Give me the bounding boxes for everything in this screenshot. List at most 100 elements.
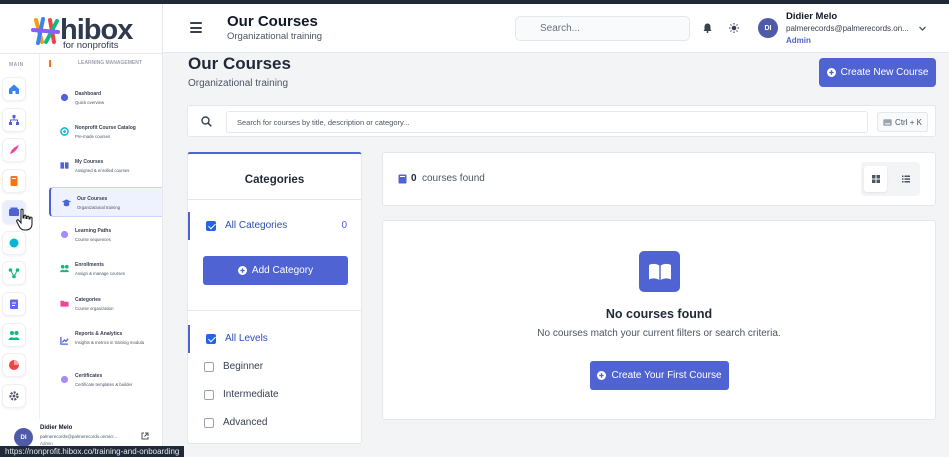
circle-icon bbox=[9, 238, 19, 248]
sidebar-item-subtitle: Assign & manage courses bbox=[75, 271, 125, 276]
sidebar-item-title: My Courses bbox=[75, 159, 104, 165]
categories-panel: Categories All Categories 0 Add Category… bbox=[187, 152, 362, 444]
sidebar-item-enrollments[interactable]: Enrollments Assign & manage courses bbox=[49, 254, 162, 284]
chart-pie-icon bbox=[9, 360, 19, 370]
divider bbox=[188, 310, 361, 311]
learning-management-label: LEARNING MANAGEMENT bbox=[49, 60, 149, 67]
header-subtitle: Organizational training bbox=[227, 31, 323, 42]
rail-home-button[interactable] bbox=[2, 77, 26, 101]
book-icon bbox=[10, 176, 18, 186]
create-new-course-button[interactable]: Create New Course bbox=[819, 58, 936, 87]
book-icon bbox=[398, 174, 407, 184]
external-link-icon[interactable] bbox=[141, 432, 149, 440]
open-book-icon bbox=[648, 263, 671, 280]
main-section-label: MAIN bbox=[9, 62, 24, 68]
page-subtitle: Organizational training bbox=[188, 78, 289, 89]
course-search-bar: Ctrl + K bbox=[187, 105, 936, 137]
add-category-label: Add Category bbox=[251, 265, 314, 276]
sitemap-icon bbox=[9, 115, 19, 125]
rail-sitemap-button[interactable] bbox=[2, 108, 26, 132]
avatar: DI bbox=[14, 428, 33, 447]
sidebar-item-reports[interactable]: Reports & Analytics Insights & metrics i… bbox=[49, 323, 162, 359]
catalog-icon bbox=[60, 127, 69, 136]
rail-users-button[interactable] bbox=[2, 323, 26, 347]
header-user-role: Admin bbox=[786, 36, 811, 45]
course-search-field[interactable] bbox=[226, 111, 868, 133]
level-all[interactable]: All Levels bbox=[188, 325, 361, 353]
search-icon bbox=[201, 116, 212, 127]
share-nodes-icon bbox=[8, 268, 20, 279]
hamburger-line bbox=[190, 26, 202, 29]
add-category-button[interactable]: Add Category bbox=[203, 256, 348, 285]
empty-state-badge bbox=[639, 251, 680, 292]
level-label: Beginner bbox=[223, 361, 264, 372]
level-label: Intermediate bbox=[223, 389, 279, 400]
sidebar-item-subtitle: Assigned & enrolled courses bbox=[75, 168, 130, 173]
checkbox[interactable] bbox=[204, 362, 214, 372]
grid-icon bbox=[871, 175, 880, 183]
create-first-course-button[interactable]: Create Your First Course bbox=[590, 361, 729, 390]
header-search[interactable] bbox=[515, 16, 690, 41]
reports-icon bbox=[60, 336, 69, 345]
avatar[interactable]: DI bbox=[758, 18, 778, 38]
header-title: Our Courses bbox=[227, 13, 318, 30]
keyboard-shortcut-badge: Ctrl + K bbox=[877, 112, 928, 132]
level-intermediate[interactable]: Intermediate bbox=[188, 381, 361, 409]
sun-icon[interactable] bbox=[729, 23, 739, 33]
sidebar-divider bbox=[0, 53, 163, 54]
certificates-icon bbox=[60, 375, 69, 384]
checkbox[interactable] bbox=[206, 221, 216, 231]
sidebar-item-certificates[interactable]: Certificates Certificate templates & bui… bbox=[49, 365, 162, 395]
empty-state-title: No courses found bbox=[605, 307, 713, 321]
level-label: Advanced bbox=[223, 417, 268, 428]
sidebar-item-subtitle: Insights & metrics in training modula bbox=[75, 340, 145, 345]
sidebar-item-our-courses[interactable]: Our Courses Organizational training bbox=[49, 187, 162, 217]
sidebar-item-course-catalog[interactable]: Nonprofit Course Catalog Pre-made course… bbox=[49, 117, 162, 147]
chevron-down-icon[interactable] bbox=[918, 24, 927, 33]
rail-circle-button[interactable] bbox=[2, 231, 26, 255]
logo-subtext: for nonprofits bbox=[63, 40, 119, 51]
sidebar-item-title: Our Courses bbox=[77, 196, 108, 202]
menu-toggle-button[interactable] bbox=[190, 22, 202, 33]
sidebar-item-dashboard[interactable]: Dashboard Quick overview bbox=[49, 83, 162, 113]
sidebar-item-title: Nonprofit Course Catalog bbox=[75, 125, 136, 131]
gear-icon bbox=[9, 391, 19, 401]
sidebar-user-email: palmerecords@palmerecords.onmicr... bbox=[40, 434, 118, 439]
category-all[interactable]: All Categories 0 bbox=[188, 212, 361, 240]
sidebar-item-title: Learning Paths bbox=[75, 228, 112, 234]
my-courses-icon bbox=[60, 162, 69, 169]
status-bar-url: https://nonprofit.hibox.co/training-and-… bbox=[0, 446, 185, 457]
grid-view-button[interactable] bbox=[864, 166, 887, 192]
rail-settings-button[interactable] bbox=[2, 384, 26, 408]
sidebar-item-subtitle: Certificate templates & builder bbox=[75, 382, 133, 387]
rail-book-button[interactable] bbox=[2, 169, 26, 193]
sidebar-item-learning-paths[interactable]: Learning Paths Course sequences bbox=[49, 220, 162, 250]
rail-clipboard-button[interactable] bbox=[2, 292, 26, 316]
checkbox[interactable] bbox=[204, 390, 214, 400]
learning-paths-icon bbox=[60, 230, 69, 239]
sidebar-item-title: Enrollments bbox=[75, 262, 104, 268]
header-search-input[interactable] bbox=[516, 17, 689, 40]
level-advanced[interactable]: Advanced bbox=[188, 409, 361, 437]
divider bbox=[188, 199, 361, 200]
course-search-input[interactable] bbox=[227, 112, 867, 133]
level-beginner[interactable]: Beginner bbox=[188, 353, 361, 381]
bell-icon[interactable] bbox=[703, 23, 712, 33]
list-view-button[interactable] bbox=[894, 166, 917, 192]
rail-share-button[interactable] bbox=[2, 261, 26, 285]
logo[interactable]: hibox for nonprofits bbox=[30, 14, 140, 51]
rail-divider bbox=[39, 54, 40, 419]
sidebar-item-my-courses[interactable]: My Courses Assigned & enrolled courses bbox=[49, 151, 162, 181]
sidebar-item-categories[interactable]: Categories Course organization bbox=[49, 289, 162, 319]
checkbox[interactable] bbox=[204, 418, 214, 428]
top-header: Our Courses Organizational training DI D… bbox=[163, 4, 949, 53]
hand-cursor-icon bbox=[16, 208, 33, 231]
create-new-course-label: Create New Course bbox=[840, 67, 929, 78]
checkbox[interactable] bbox=[206, 334, 216, 344]
clipboard-icon bbox=[10, 299, 18, 309]
hamburger-line bbox=[190, 31, 202, 33]
rail-chart-button[interactable] bbox=[2, 353, 26, 377]
category-count: 0 bbox=[341, 220, 347, 231]
results-bar: 0 courses found bbox=[382, 152, 936, 206]
rail-rocket-button[interactable] bbox=[2, 138, 26, 162]
